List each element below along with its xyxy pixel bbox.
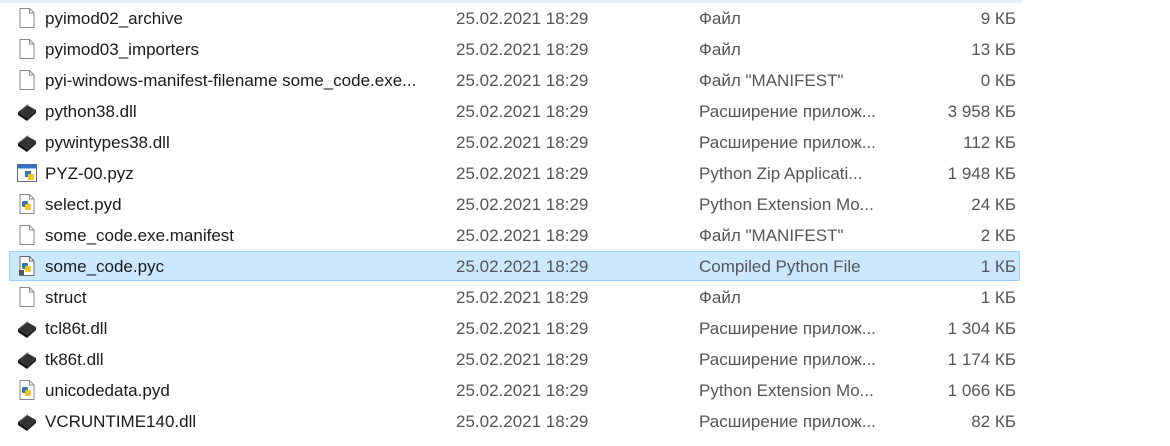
file-size: 24 КБ [971,195,1016,214]
file-type: Файл [699,288,741,307]
file-name: struct [45,288,87,307]
date-modified: 25.02.2021 18:29 [456,164,589,183]
file-row[interactable]: tcl86t.dll 25.02.2021 18:29 Расширение при… [0,313,1170,344]
file-type: Python Zip Applicati... [699,164,863,183]
dll-icon [16,100,38,122]
file-type: Расширение прилож... [699,412,876,431]
file-size: 1 948 КБ [947,164,1016,183]
file-type: Файл "MANIFEST" [699,226,844,245]
file-row[interactable]: PYZ-00.pyz 25.02.2021 18:29 Python Zip App… [0,158,1170,189]
file-name: tcl86t.dll [45,319,108,338]
file-size: 1 066 КБ [947,381,1016,400]
file-icon [16,69,38,91]
file-size: 2 КБ [980,226,1016,245]
file-name: select.pyd [45,195,122,214]
file-name: pyimod02_archive [45,9,183,28]
date-modified: 25.02.2021 18:29 [456,257,589,276]
file-name: VCRUNTIME140.dll [45,412,197,431]
file-row[interactable]: tk86t.dll 25.02.2021 18:29 Расширение прил… [0,344,1170,375]
file-row[interactable]: VCRUNTIME140.dll 25.02.2021 18:29 Расширен… [0,406,1170,437]
python-file-icon [16,193,38,215]
dll-icon [16,317,38,339]
date-modified: 25.02.2021 18:29 [456,288,589,307]
date-modified: 25.02.2021 18:29 [456,40,589,59]
file-row[interactable]: some_code.exe.manifest 25.02.2021 18:29 Фа… [0,220,1170,251]
date-modified: 25.02.2021 18:29 [456,195,589,214]
file-row[interactable]: pyimod03_importers 25.02.2021 18:29 Файл 13… [0,34,1170,65]
date-modified: 25.02.2021 18:29 [456,9,589,28]
file-type: Python Extension Mo... [699,195,874,214]
file-icon [16,7,38,29]
file-icon [16,224,38,246]
file-type: Compiled Python File [699,257,861,276]
dll-icon [16,410,38,432]
file-type: Файл [699,40,741,59]
file-size: 0 КБ [980,71,1016,90]
python-file-icon [16,379,38,401]
python-zip-icon [16,162,38,184]
file-list[interactable]: pyimod02_archive 25.02.2021 18:29 Файл 9 КБ… [0,3,1170,437]
dll-icon [16,131,38,153]
date-modified: 25.02.2021 18:29 [456,133,589,152]
file-name: python38.dll [45,102,137,121]
file-name: pyi-windows-manifest-filename some_code.… [45,71,417,90]
file-type: Расширение прилож... [699,133,876,152]
file-row[interactable]: python38.dll 25.02.2021 18:29 Расширение п… [0,96,1170,127]
file-row[interactable]: pyimod02_archive 25.02.2021 18:29 Файл 9 КБ [0,3,1170,34]
file-size: 1 КБ [980,288,1016,307]
file-name: pyimod03_importers [45,40,200,59]
file-row[interactable]: struct 25.02.2021 18:29 Файл 1 КБ [0,282,1170,313]
file-name: unicodedata.pyd [45,381,170,400]
file-type: Расширение прилож... [699,319,876,338]
date-modified: 25.02.2021 18:29 [456,71,589,90]
file-name: some_code.exe.manifest [45,226,234,245]
file-row-selected[interactable]: some_code.pyc 25.02.2021 18:29 Compiled Py… [0,251,1170,282]
file-size: 9 КБ [980,9,1016,28]
file-icon [16,38,38,60]
file-size: 82 КБ [971,412,1016,431]
file-icon [16,286,38,308]
file-row[interactable]: pyi-windows-manifest-filename some_code.… [0,65,1170,96]
date-modified: 25.02.2021 18:29 [456,102,589,121]
python-compiled-icon [16,255,38,277]
file-size: 112 КБ [963,133,1016,152]
date-modified: 25.02.2021 18:29 [456,381,589,400]
file-size: 1 304 КБ [947,319,1016,338]
file-size: 3 958 КБ [947,102,1016,121]
file-type: Файл "MANIFEST" [699,71,844,90]
file-row[interactable]: unicodedata.pyd 25.02.2021 18:29 Python Ex… [0,375,1170,406]
file-size: 1 КБ [980,257,1016,276]
file-type: Расширение прилож... [699,350,876,369]
file-size: 1 174 КБ [947,350,1016,369]
file-size: 13 КБ [971,40,1016,59]
file-name: PYZ-00.pyz [45,164,134,183]
date-modified: 25.02.2021 18:29 [456,350,589,369]
file-type: Файл [699,9,741,28]
file-row[interactable]: pywintypes38.dll 25.02.2021 18:29 Расширен… [0,127,1170,158]
date-modified: 25.02.2021 18:29 [456,412,589,431]
file-type: Расширение прилож... [699,102,876,121]
file-name: pywintypes38.dll [45,133,170,152]
date-modified: 25.02.2021 18:29 [456,226,589,245]
dll-icon [16,348,38,370]
file-row[interactable]: select.pyd 25.02.2021 18:29 Python Extensi… [0,189,1170,220]
file-name: some_code.pyc [45,257,165,276]
file-type: Python Extension Mo... [699,381,874,400]
file-name: tk86t.dll [45,350,104,369]
date-modified: 25.02.2021 18:29 [456,319,589,338]
